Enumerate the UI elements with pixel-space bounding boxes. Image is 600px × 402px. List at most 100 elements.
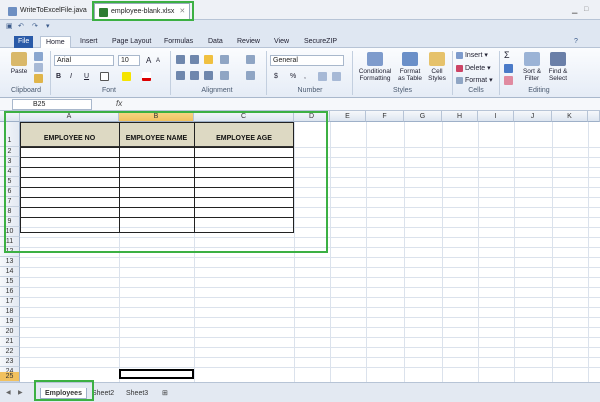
- orientation-icon[interactable]: [220, 55, 229, 64]
- row-header-25[interactable]: 25: [0, 372, 20, 382]
- sheet-tab-sheet2[interactable]: Sheet2: [88, 388, 118, 399]
- fill-color-icon[interactable]: [122, 72, 131, 81]
- shrink-font-button[interactable]: A: [156, 57, 160, 66]
- column-header-e[interactable]: E: [330, 111, 366, 122]
- bold-button[interactable]: B: [56, 72, 61, 81]
- row-header-6[interactable]: 6: [0, 187, 20, 197]
- tab-view[interactable]: View: [274, 36, 289, 48]
- align-right-icon[interactable]: [204, 71, 213, 80]
- insert-sheet-icon[interactable]: ⊞: [158, 388, 172, 399]
- column-header-c[interactable]: C: [194, 111, 294, 122]
- fill-icon[interactable]: [504, 64, 513, 73]
- select-all-corner[interactable]: [0, 111, 20, 122]
- tab-page-layout[interactable]: Page Layout: [112, 36, 151, 48]
- column-header-b[interactable]: B: [119, 111, 194, 122]
- redo-icon[interactable]: ↷: [32, 22, 38, 32]
- first-sheet-icon[interactable]: ◀: [2, 388, 15, 399]
- tab-insert[interactable]: Insert: [80, 36, 98, 48]
- sort-filter-button[interactable]: Sort & Filter: [520, 52, 544, 82]
- undo-icon[interactable]: ↶: [18, 22, 24, 32]
- row-header-17[interactable]: 17: [0, 297, 20, 307]
- percent-button[interactable]: %: [290, 72, 296, 81]
- tab-review[interactable]: Review: [237, 36, 260, 48]
- italic-button[interactable]: I: [70, 72, 72, 81]
- find-select-button[interactable]: Find & Select: [546, 52, 570, 82]
- conditional-formatting-button[interactable]: Conditional Formatting: [355, 52, 395, 82]
- font-color-icon[interactable]: [142, 72, 151, 81]
- decrease-decimal-icon[interactable]: [332, 72, 341, 81]
- column-header-g[interactable]: G: [404, 111, 442, 122]
- align-bottom-icon[interactable]: [204, 55, 213, 64]
- column-header-i[interactable]: I: [478, 111, 514, 122]
- cut-icon[interactable]: [34, 52, 43, 61]
- row-header-4[interactable]: 4: [0, 167, 20, 177]
- tab-formulas[interactable]: Formulas: [164, 36, 193, 48]
- autosum-button[interactable]: Σ: [504, 51, 510, 60]
- sheet-tab-sheet3[interactable]: Sheet3: [122, 388, 152, 399]
- row-header-15[interactable]: 15: [0, 277, 20, 287]
- align-top-icon[interactable]: [176, 55, 185, 64]
- close-icon[interactable]: ✕: [179, 5, 185, 19]
- borders-icon[interactable]: [100, 72, 109, 81]
- font-name-select[interactable]: Arial: [54, 55, 114, 66]
- align-center-icon[interactable]: [190, 71, 199, 80]
- tab-file[interactable]: File: [14, 36, 34, 48]
- function-icon[interactable]: fx: [116, 99, 122, 108]
- tab-data[interactable]: Data: [208, 36, 223, 48]
- row-header-22[interactable]: 22: [0, 347, 20, 357]
- row-header-23[interactable]: 23: [0, 357, 20, 367]
- increase-decimal-icon[interactable]: [318, 72, 327, 81]
- maximize-icon[interactable]: □: [584, 6, 588, 13]
- help-icon[interactable]: ?: [574, 36, 578, 48]
- clear-icon[interactable]: [504, 76, 513, 85]
- column-header-f[interactable]: F: [366, 111, 404, 122]
- customize-icon[interactable]: ▾: [46, 22, 50, 32]
- row-header-20[interactable]: 20: [0, 327, 20, 337]
- row-header-7[interactable]: 7: [0, 197, 20, 207]
- column-header-d[interactable]: D: [294, 111, 330, 122]
- row-header-3[interactable]: 3: [0, 157, 20, 167]
- format-painter-icon[interactable]: [34, 74, 43, 83]
- editor-tab-java[interactable]: WriteToExcelFile.java: [4, 3, 91, 19]
- font-size-select[interactable]: 10: [118, 55, 140, 66]
- row-header-9[interactable]: 9: [0, 217, 20, 227]
- minimize-icon[interactable]: ▁: [572, 6, 577, 14]
- editor-tab-xlsx[interactable]: employee-blank.xlsx ✕: [94, 3, 191, 20]
- column-header-h[interactable]: H: [442, 111, 478, 122]
- row-header-14[interactable]: 14: [0, 267, 20, 277]
- tab-securezip[interactable]: SecureZIP: [304, 36, 337, 48]
- currency-button[interactable]: $: [274, 72, 278, 81]
- column-header-j[interactable]: J: [514, 111, 552, 122]
- name-box[interactable]: B25: [12, 99, 92, 110]
- worksheet-grid[interactable]: A B C D E F G H I J K 1 2 3 4 5 6 7 8 9 …: [0, 111, 600, 382]
- save-icon[interactable]: ▣: [6, 22, 13, 32]
- paste-button[interactable]: Paste: [6, 52, 32, 75]
- comma-button[interactable]: ,: [304, 72, 306, 81]
- merge-center-icon[interactable]: [246, 71, 255, 80]
- cell-styles-button[interactable]: Cell Styles: [426, 52, 448, 82]
- last-sheet-icon[interactable]: ▶: [14, 388, 27, 399]
- copy-icon[interactable]: [34, 63, 43, 72]
- row-header-10[interactable]: 10: [0, 227, 20, 237]
- align-middle-icon[interactable]: [190, 55, 199, 64]
- row-header-2[interactable]: 2: [0, 147, 20, 157]
- row-header-19[interactable]: 19: [0, 317, 20, 327]
- row-header-1[interactable]: 1: [0, 122, 20, 147]
- align-left-icon[interactable]: [176, 71, 185, 80]
- indent-icon[interactable]: [220, 71, 229, 80]
- row-header-13[interactable]: 13: [0, 257, 20, 267]
- underline-button[interactable]: U: [84, 72, 89, 81]
- row-header-21[interactable]: 21: [0, 337, 20, 347]
- active-cell-b25[interactable]: [119, 369, 194, 379]
- row-header-11[interactable]: 11: [0, 237, 20, 247]
- format-as-table-button[interactable]: Format as Table: [396, 52, 424, 82]
- row-header-16[interactable]: 16: [0, 287, 20, 297]
- column-header-k[interactable]: K: [552, 111, 588, 122]
- row-header-8[interactable]: 8: [0, 207, 20, 217]
- number-format-select[interactable]: General: [270, 55, 344, 66]
- insert-cells-button[interactable]: Insert ▾: [456, 51, 488, 60]
- row-header-12[interactable]: 12: [0, 247, 20, 257]
- row-header-5[interactable]: 5: [0, 177, 20, 187]
- format-cells-button[interactable]: Format ▾: [456, 76, 493, 85]
- row-header-18[interactable]: 18: [0, 307, 20, 317]
